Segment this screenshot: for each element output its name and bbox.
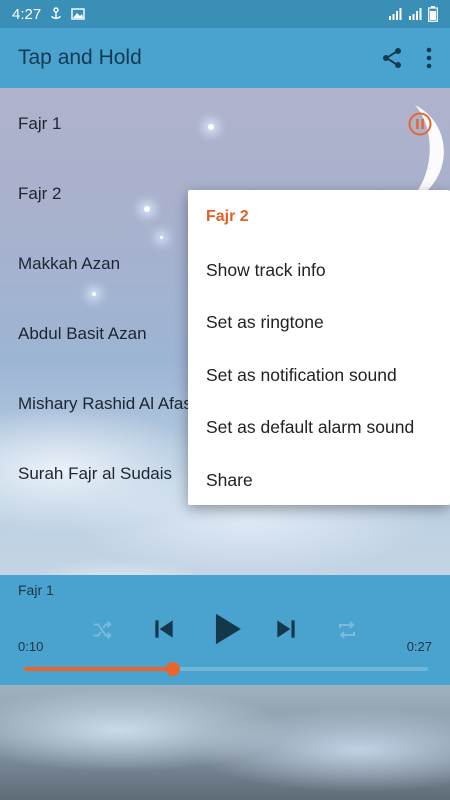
seek-bar-progress (24, 667, 174, 671)
menu-item-set-alarm-sound[interactable]: Set as default alarm sound (206, 417, 414, 438)
seek-bar-thumb[interactable] (166, 662, 181, 676)
status-bar: 4:27 (0, 0, 450, 28)
track-item[interactable]: Fajr 1 (0, 89, 450, 159)
now-playing-title: Fajr 1 (18, 582, 54, 598)
track-label: Fajr 2 (18, 184, 62, 203)
status-time: 4:27 (12, 5, 42, 23)
signal-icon (389, 8, 402, 20)
context-menu-title: Fajr 2 (206, 208, 249, 225)
app-bar: Tap and Hold (0, 28, 450, 88)
signal-icon (409, 8, 422, 20)
context-menu: Fajr 2 Show track info Set as ringtone S… (188, 190, 450, 505)
play-icon[interactable] (210, 611, 244, 647)
total-duration: 0:27 (406, 639, 432, 654)
shuffle-icon[interactable] (91, 619, 113, 641)
anchor-notification-icon (51, 7, 61, 19)
overflow-menu-icon[interactable] (426, 47, 432, 69)
battery-icon (428, 6, 438, 22)
pause-icon[interactable] (408, 112, 432, 136)
skip-next-icon[interactable] (273, 616, 299, 642)
elapsed-time: 0:10 (18, 639, 44, 654)
page-title: Tap and Hold (18, 46, 142, 69)
image-notification-icon (71, 8, 85, 20)
track-label: Makkah Azan (18, 254, 121, 273)
track-label: Fajr 1 (18, 114, 62, 133)
seek-bar[interactable] (24, 662, 428, 676)
track-label: Abdul Basit Azan (18, 324, 147, 343)
skip-previous-icon[interactable] (151, 616, 177, 642)
share-icon[interactable] (380, 46, 404, 70)
repeat-icon[interactable] (335, 618, 359, 642)
menu-item-show-track-info[interactable]: Show track info (206, 260, 326, 281)
menu-item-set-notification-sound[interactable]: Set as notification sound (206, 365, 397, 386)
track-label: Mishary Rashid Al Afasy (18, 394, 201, 413)
track-label: Surah Fajr al Sudais (18, 464, 173, 483)
media-player: Fajr 1 0:10 0:27 (0, 575, 450, 685)
menu-item-set-ringtone[interactable]: Set as ringtone (206, 312, 324, 333)
menu-item-share[interactable]: Share (206, 470, 253, 491)
